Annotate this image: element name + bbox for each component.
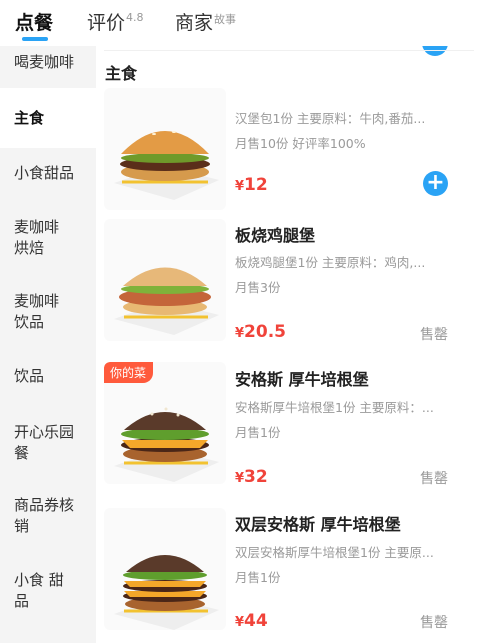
price-value: 44 <box>244 611 268 631</box>
sidebar-item-happy-meal[interactable]: 开心乐园 餐 <box>0 422 96 464</box>
sidebar-item-coupon-redeem[interactable]: 商品券核 销 <box>0 495 96 537</box>
sidebar-item-label: 喝麦咖啡 <box>14 53 75 71</box>
sold-out-label: 售罄 <box>420 471 448 487</box>
product-sales: 月售10份 好评率100% <box>235 136 366 151</box>
product-list: 主食 汉堡包1份 主要原料：牛肉,番茄... 月售10份 好评率100% ¥12… <box>96 46 478 643</box>
product-sales: 月售1份 <box>235 425 281 440</box>
divider <box>104 50 474 51</box>
tab-order[interactable]: 点餐 <box>15 8 53 35</box>
plus-icon: + <box>426 170 445 195</box>
price-value: 20.5 <box>244 322 286 342</box>
sidebar-item-label: 小食 甜 <box>14 571 64 589</box>
sidebar-item-label: 主食 <box>14 108 45 127</box>
currency-symbol: ¥ <box>235 471 245 486</box>
currency-symbol: ¥ <box>235 326 245 341</box>
sold-out-label: 售罄 <box>420 615 448 631</box>
active-tab-indicator <box>22 37 48 41</box>
add-button-partial[interactable] <box>422 46 448 56</box>
burger-image <box>114 555 219 630</box>
sidebar-item-label: 麦咖啡 <box>14 218 60 236</box>
sidebar-item-snacks-desserts[interactable]: 小食甜品 <box>0 163 96 184</box>
category-sidebar: 喝麦咖啡 主食 小食甜品 麦咖啡 烘焙 麦咖啡 饮品 饮品 开心乐园 餐 商品券… <box>0 46 96 643</box>
product-sales: 月售1份 <box>235 570 281 585</box>
sidebar-item-snacks-desserts-2[interactable]: 小食 甜 品 <box>0 570 96 612</box>
sidebar-item-label: 品 <box>14 592 30 610</box>
rating-score: 4.8 <box>126 11 144 24</box>
product-price: ¥20.5 <box>235 322 286 342</box>
sidebar-item-label: 商品券核 <box>14 496 75 514</box>
currency-symbol: ¥ <box>235 615 245 630</box>
product-price: ¥44 <box>235 611 268 631</box>
burger-image <box>114 131 219 200</box>
sidebar-item-label: 销 <box>14 517 30 535</box>
product-image-hamburger[interactable] <box>104 88 226 210</box>
product-sales: 月售3份 <box>235 280 281 295</box>
recommend-badge: 你的菜 <box>104 362 154 383</box>
tab-reviews[interactable]: 评价 <box>87 8 125 35</box>
sidebar-item-label: 饮品 <box>14 313 45 331</box>
product-name: 双层安格斯 厚牛培根堡 <box>235 515 401 534</box>
section-title: 主食 <box>105 64 138 83</box>
price-value: 12 <box>244 175 268 195</box>
product-description: 板烧鸡腿堡1份 主要原料：鸡肉,... <box>235 255 426 270</box>
sidebar-item-label: 小食甜品 <box>14 164 75 182</box>
product-price: ¥12 <box>235 175 268 195</box>
sold-out-label: 售罄 <box>420 327 448 343</box>
product-image-chicken-burger[interactable] <box>104 219 226 341</box>
sidebar-item-mccafe-drinks[interactable]: 麦咖啡 饮品 <box>0 291 96 333</box>
sidebar-item-label: 麦咖啡 <box>14 292 60 310</box>
sidebar-item-drinks[interactable]: 饮品 <box>0 366 96 387</box>
tab-merchant-sup: 故事 <box>214 13 236 26</box>
sidebar-item-coffee[interactable]: 喝麦咖啡 <box>0 52 96 73</box>
tab-merchant[interactable]: 商家 <box>175 8 213 35</box>
product-description: 汉堡包1份 主要原料：牛肉,番茄... <box>235 111 426 126</box>
product-description: 安格斯厚牛培根堡1份 主要原料：... <box>235 400 434 415</box>
product-description: 双层安格斯厚牛培根堡1份 主要原... <box>235 545 434 560</box>
add-to-cart-button[interactable]: + <box>423 171 448 196</box>
product-price: ¥32 <box>235 467 268 487</box>
price-value: 32 <box>244 467 268 487</box>
sidebar-item-mccafe-bakery[interactable]: 麦咖啡 烘焙 <box>0 217 96 259</box>
burger-image <box>114 267 219 335</box>
top-tab-bar: 点餐 评价 4.8 商家 故事 <box>0 0 478 46</box>
currency-symbol: ¥ <box>235 179 245 194</box>
sidebar-item-label: 开心乐园 <box>14 423 75 441</box>
sidebar-item-main-food[interactable]: 主食 <box>0 88 96 148</box>
product-image-double-angus-burger[interactable] <box>104 508 226 630</box>
sidebar-item-label: 烘焙 <box>14 239 45 257</box>
product-image-angus-bacon-burger[interactable]: 你的菜 <box>104 362 226 484</box>
product-name: 板烧鸡腿堡 <box>235 226 316 245</box>
sidebar-item-label: 饮品 <box>14 367 45 385</box>
sidebar-item-label: 餐 <box>14 444 30 462</box>
product-name: 安格斯 厚牛培根堡 <box>235 370 369 389</box>
